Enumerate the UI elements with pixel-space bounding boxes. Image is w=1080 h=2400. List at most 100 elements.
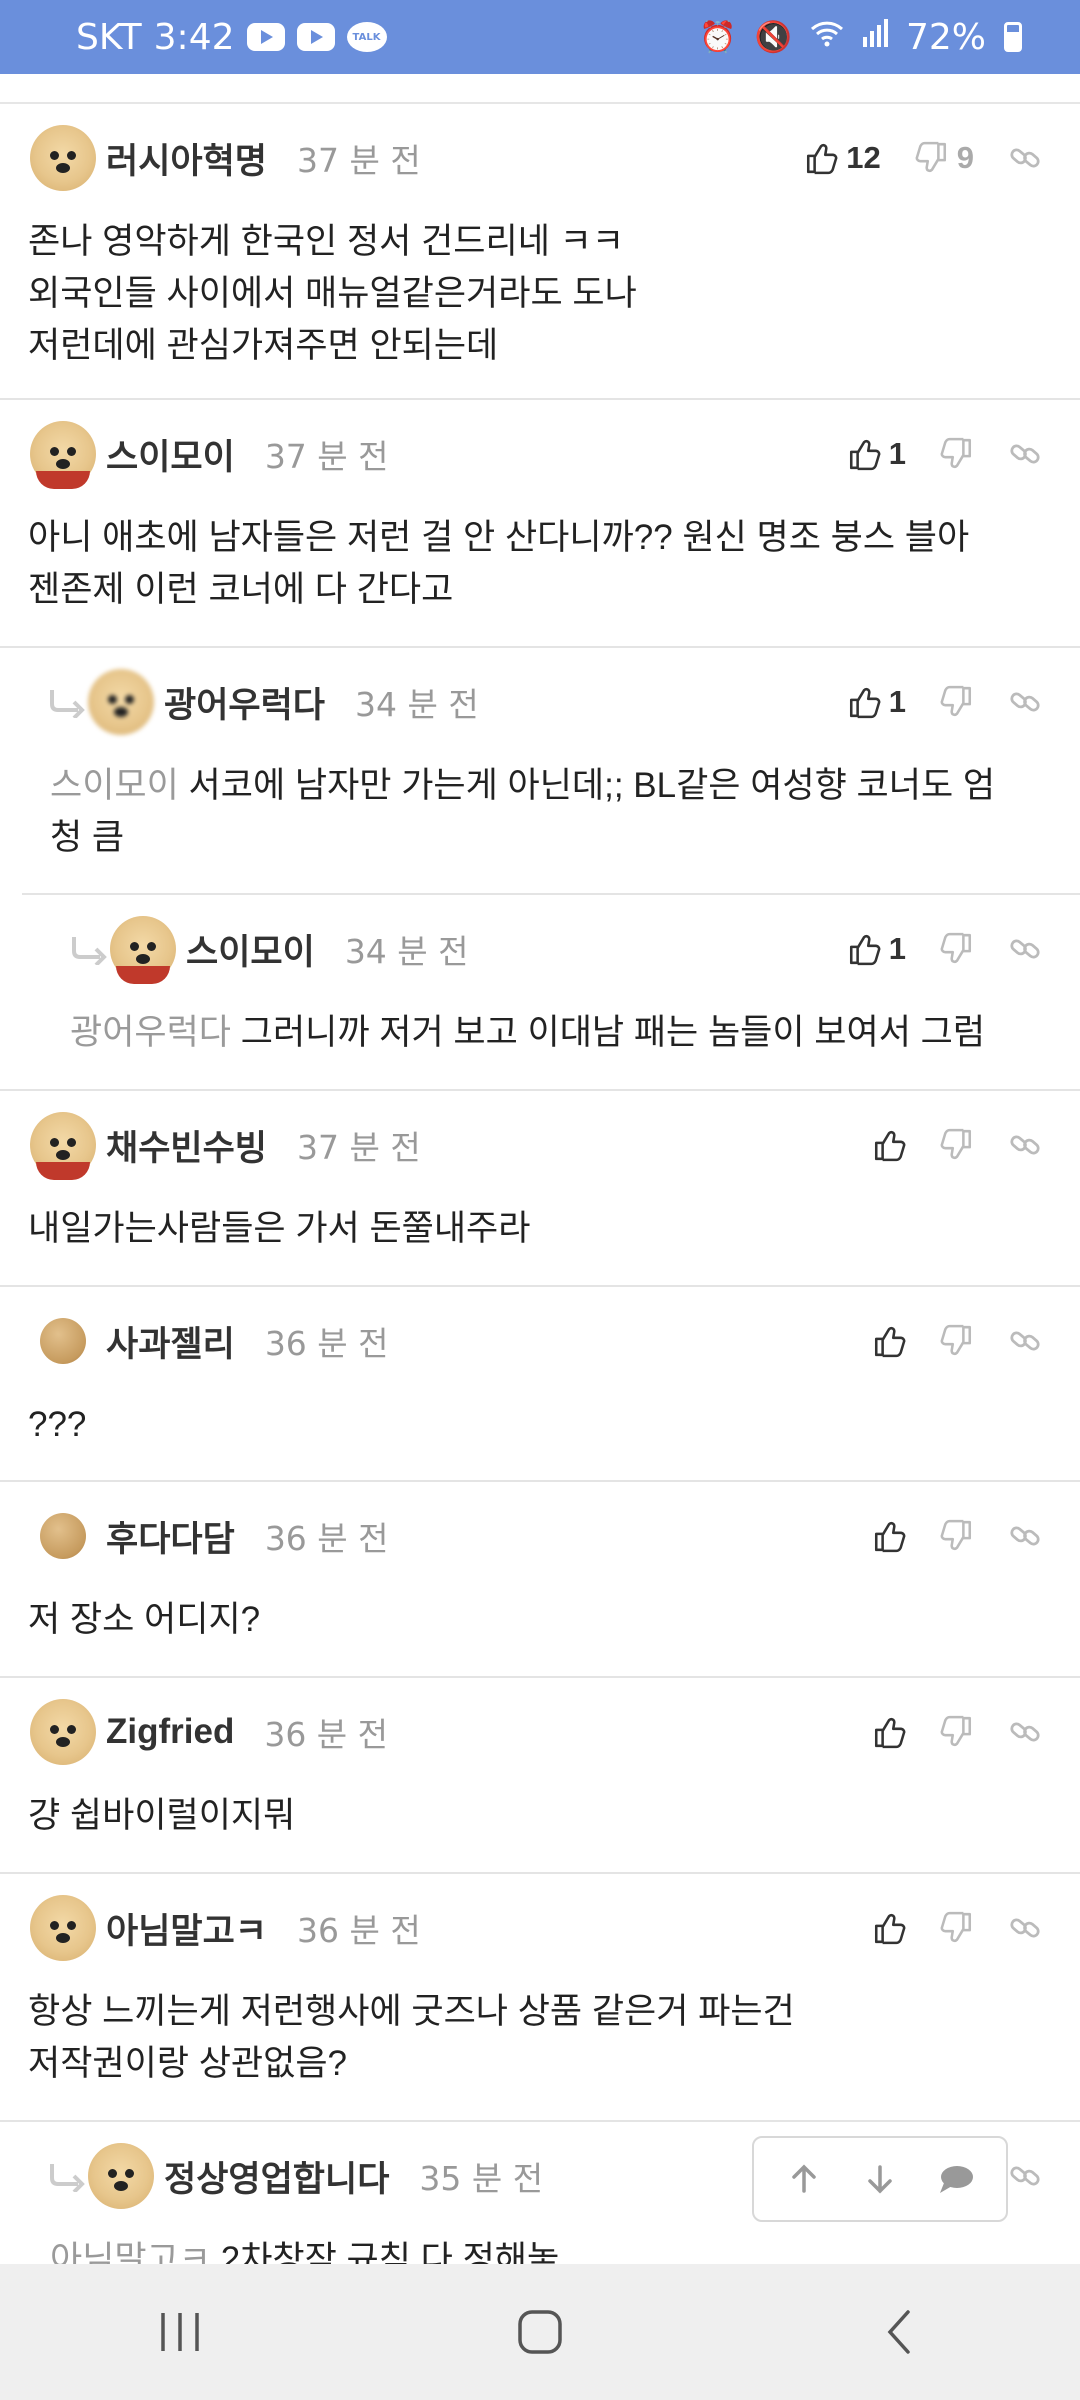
arrow-down-icon	[868, 2165, 892, 2194]
comment-line: 항상 느끼는게 저런행사에 굿즈나 상품 같은거 파는건	[28, 1992, 795, 2031]
status-bar: SKT 3:42 TALK ⏰ 🔇 72%	[0, 0, 1080, 74]
mention-tag[interactable]: 광어우럭다	[70, 1013, 231, 1052]
user-avatar[interactable]	[40, 1513, 86, 1559]
comment-time: 34 분 전	[344, 932, 469, 971]
thumbs-down-icon[interactable]	[940, 1715, 974, 1749]
mention-tag[interactable]: 아님말고ㅋ	[50, 2240, 211, 2264]
thumbs-down-icon	[915, 141, 949, 175]
comment-jump-button[interactable]	[926, 2149, 986, 2209]
scroll-down-button[interactable]	[850, 2149, 910, 2209]
link-icon[interactable]	[1008, 1911, 1042, 1945]
battery-icon	[1004, 22, 1022, 52]
thumbs-down-icon[interactable]	[940, 1128, 974, 1162]
back-button[interactable]	[840, 2292, 960, 2372]
user-avatar[interactable]	[30, 1895, 96, 1961]
comment-line: 그러니까 저거 보고 이대남 패는 놈들이 보여서 그럼	[240, 1013, 986, 1052]
thumbs-down-icon[interactable]	[940, 1324, 974, 1358]
comment-username[interactable]: 후다다담	[106, 1511, 235, 1562]
alarm-icon: ⏰	[699, 19, 737, 55]
like-button[interactable]: 1	[847, 684, 906, 720]
link-icon[interactable]	[1008, 141, 1042, 175]
comment-username[interactable]: 사과젤리	[106, 1316, 235, 1367]
comment-body: 존나 영악하게 한국인 정서 건드리네 ㅋㅋ 외국인들 사이에서 매뉴얼같은거라…	[28, 216, 1040, 372]
comment-item: 러시아혁명 37 분 전 12 9 존나 영악하게 한국인 정서 건드리네 ㅋㅋ…	[0, 104, 1080, 400]
user-avatar[interactable]	[40, 1318, 86, 1364]
comment-time: 36 분 전	[264, 1324, 389, 1363]
thumbs-down-icon[interactable]	[940, 932, 974, 966]
comment-username[interactable]: Zigfried	[106, 1712, 234, 1752]
link-icon[interactable]	[1008, 685, 1042, 719]
comment-body: 스이모이 서코에 남자만 가는게 아닌데;; BL같은 여성향 코너도 엄 청 …	[50, 760, 1040, 864]
user-avatar[interactable]	[30, 1112, 96, 1180]
comment-time: 37 분 전	[297, 141, 421, 180]
link-icon[interactable]	[1008, 932, 1042, 966]
comment-line: ???	[28, 1405, 87, 1444]
thumbs-up-icon	[804, 141, 838, 175]
thumbs-down-icon[interactable]	[940, 685, 974, 719]
home-button[interactable]	[480, 2292, 600, 2372]
thumbs-up-icon[interactable]	[872, 1128, 906, 1162]
like-count: 1	[888, 931, 906, 966]
clock: 3:42	[153, 16, 235, 58]
comment-username[interactable]: 채수빈수빙	[106, 1120, 267, 1171]
thumbs-down-icon[interactable]	[940, 1911, 974, 1945]
user-avatar[interactable]	[30, 1699, 96, 1765]
thumbs-up-icon[interactable]	[872, 1715, 906, 1749]
dislike-count: 9	[956, 140, 974, 175]
user-avatar[interactable]	[88, 2143, 154, 2209]
link-icon[interactable]	[1008, 1128, 1042, 1162]
comment-item: 아님말고ㅋ 36 분 전 항상 느끼는게 저런행사에 굿즈나 상품 같은거 파는…	[0, 1874, 1080, 2122]
reply-comment-item: 광어우럭다 34 분 전 1 스이모이 서코에 남자만 가는게 아닌데;; BL…	[22, 648, 1080, 895]
link-icon[interactable]	[1008, 2159, 1042, 2193]
comment-item: 채수빈수빙 37 분 전 내일가는사람들은 가서 돈쭐내주라	[0, 1091, 1080, 1287]
comment-username[interactable]: 러시아혁명	[106, 133, 267, 184]
link-icon[interactable]	[1008, 1715, 1042, 1749]
comment-time: 37 분 전	[264, 437, 389, 476]
comment-body: 아니 애초에 남자들은 저런 걸 안 산다니까?? 원신 명조 붕스 블아 젠존…	[28, 512, 1040, 616]
comment-body: ???	[28, 1399, 1040, 1451]
comment-username[interactable]: 광어우럭다	[164, 677, 325, 728]
like-count: 1	[888, 684, 906, 719]
mention-tag[interactable]: 스이모이	[50, 766, 179, 805]
comment-line: 2차창작 규칙 다 정해놓	[220, 2240, 560, 2264]
recent-apps-button[interactable]	[120, 2292, 240, 2372]
comment-username[interactable]: 스이모이	[106, 429, 235, 480]
comment-item: 스이모이 37 분 전 1 아니 애초에 남자들은 저런 걸 안 산다니까?? …	[0, 400, 1080, 648]
like-count: 1	[888, 436, 906, 471]
thumbs-up-icon[interactable]	[872, 1324, 906, 1358]
user-avatar[interactable]	[88, 669, 154, 735]
like-button[interactable]: 1	[847, 931, 906, 967]
thumbs-down-icon[interactable]	[940, 1519, 974, 1553]
comment-line: 내일가는사람들은 가서 돈쭐내주라	[28, 1209, 531, 1248]
youtube-notification-icon-2	[296, 23, 335, 51]
user-avatar[interactable]	[30, 421, 96, 489]
thumbs-up-icon	[847, 932, 881, 966]
arrow-up-icon	[792, 2164, 816, 2193]
scroll-up-button[interactable]	[774, 2149, 834, 2209]
comment-body: 저 장소 어디지?	[28, 1594, 1040, 1646]
link-icon[interactable]	[1008, 1324, 1042, 1358]
thumbs-up-icon[interactable]	[872, 1519, 906, 1553]
comment-body: 걍 쉽바이럴이지뭐	[28, 1790, 1040, 1842]
comment-username[interactable]: 정상영업합니다	[164, 2151, 389, 2202]
thumbs-up-icon[interactable]	[872, 1911, 906, 1945]
comment-line: 저런데에 관심가져주면 안되는데	[28, 326, 499, 365]
comment-username[interactable]: 스이모이	[186, 924, 315, 975]
comment-body: 광어우럭다 그러니까 저거 보고 이대남 패는 놈들이 보여서 그럼	[70, 1007, 1040, 1059]
link-icon[interactable]	[1008, 437, 1042, 471]
dislike-button[interactable]: 9	[915, 140, 974, 176]
comment-username[interactable]: 아님말고ㅋ	[106, 1903, 267, 1954]
youtube-notification-icon	[246, 23, 285, 51]
user-avatar[interactable]	[30, 125, 96, 191]
reply-arrow-icon	[48, 2160, 88, 2192]
thumbs-down-icon[interactable]	[940, 437, 974, 471]
comment-bubble-icon	[940, 2166, 973, 2193]
comment-line: 서코에 남자만 가는게 아닌데;; BL같은 여성향 코너도 엄	[188, 766, 996, 805]
user-avatar[interactable]	[110, 916, 176, 984]
like-count: 12	[846, 140, 881, 175]
signal-icon	[862, 19, 888, 55]
comment-time: 34 분 전	[355, 685, 479, 724]
link-icon[interactable]	[1008, 1519, 1042, 1553]
like-button[interactable]: 1	[847, 436, 906, 472]
like-button[interactable]: 12	[804, 140, 881, 176]
